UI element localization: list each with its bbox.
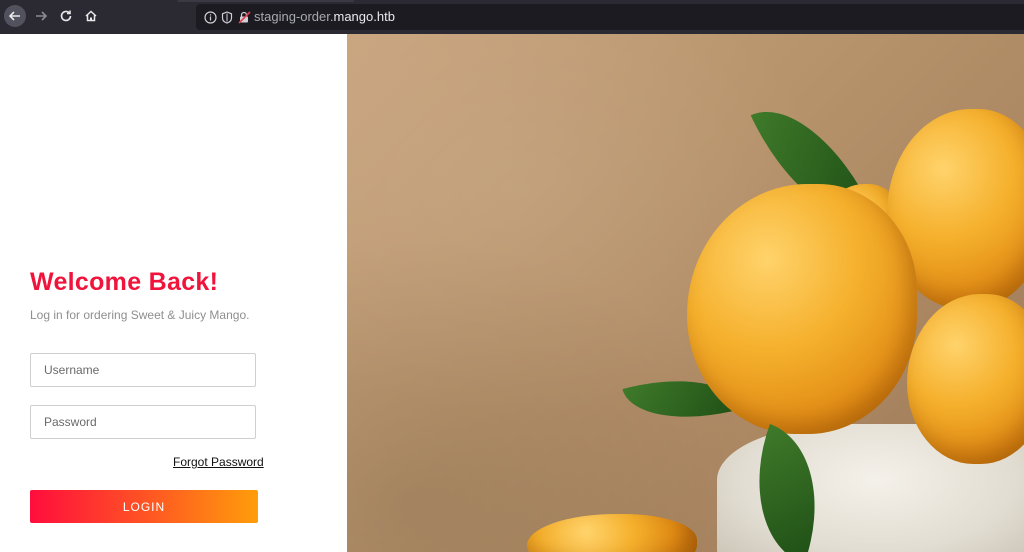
page-title: Welcome Back! [30, 268, 219, 296]
home-button[interactable] [80, 5, 102, 27]
info-icon[interactable] [203, 10, 217, 24]
url-text[interactable]: staging-order.mango.htb [254, 9, 395, 24]
login-panel: Welcome Back! Log in for ordering Sweet … [0, 34, 347, 552]
address-bar[interactable]: staging-order.mango.htb [196, 4, 1024, 30]
arrow-right-icon [36, 11, 48, 21]
shield-icon[interactable] [220, 10, 234, 24]
mango [687, 184, 917, 434]
active-tab-indicator [178, 0, 354, 2]
browser-toolbar: staging-order.mango.htb [0, 0, 1024, 34]
page-subtitle: Log in for ordering Sweet & Juicy Mango. [30, 308, 250, 322]
login-button[interactable]: LOGIN [30, 490, 258, 523]
mango [527, 514, 697, 552]
password-input[interactable] [30, 405, 256, 439]
url-subdomain: staging-order. [254, 9, 334, 24]
forgot-password-link[interactable]: Forgot Password [173, 455, 264, 469]
reload-icon [60, 10, 72, 22]
mango [907, 294, 1024, 464]
forward-button[interactable] [30, 5, 52, 27]
reload-button[interactable] [55, 5, 77, 27]
arrow-left-icon [8, 11, 20, 21]
url-domain: mango.htb [333, 9, 395, 24]
username-input[interactable] [30, 353, 256, 387]
hero-image [347, 34, 1024, 552]
lock-warning-icon[interactable] [237, 10, 251, 24]
back-button[interactable] [4, 5, 26, 27]
home-icon [85, 10, 97, 22]
